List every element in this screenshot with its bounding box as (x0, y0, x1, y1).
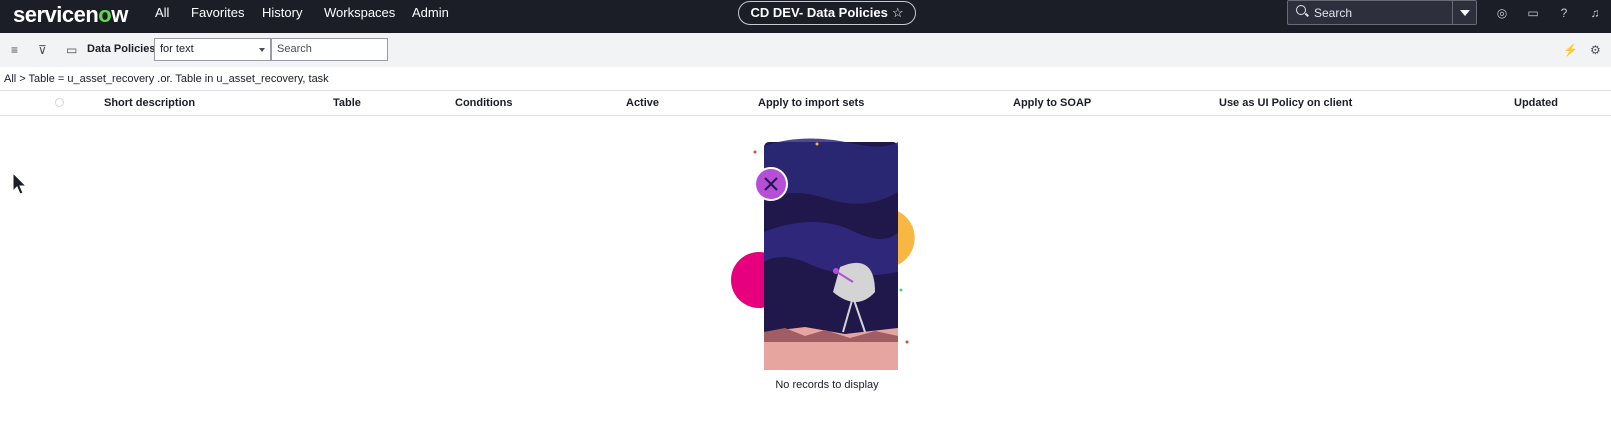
table-header-row: Short description Table Conditions Activ… (0, 90, 1611, 116)
mouse-cursor-icon (12, 172, 28, 195)
filter-breadcrumb[interactable]: All > Table = u_asset_recovery .or. Tabl… (4, 73, 329, 85)
column-updated[interactable]: Updated (1514, 97, 1558, 109)
gear-icon[interactable]: ⚙ (1590, 43, 1601, 57)
global-search-placeholder: Search (1314, 6, 1353, 20)
instance-title: CD DEV- Data Policies (750, 5, 888, 20)
column-apply-soap[interactable]: Apply to SOAP (1013, 97, 1091, 109)
help-icon[interactable]: ? (1557, 6, 1571, 20)
chat-icon[interactable]: ▭ (1526, 6, 1540, 20)
column-table[interactable]: Table (333, 97, 361, 109)
bell-icon[interactable]: ♫ (1588, 6, 1602, 20)
column-conditions[interactable]: Conditions (455, 97, 512, 109)
column-active[interactable]: Active (626, 97, 659, 109)
nav-history[interactable]: History (262, 5, 302, 20)
nav-workspaces[interactable]: Workspaces (324, 5, 395, 20)
list-search-input[interactable]: Search (271, 38, 388, 61)
star-icon[interactable]: ☆ (892, 5, 904, 20)
nav-admin[interactable]: Admin (412, 5, 449, 20)
column-search-icon[interactable] (55, 98, 64, 107)
column-apply-import-sets[interactable]: Apply to import sets (758, 97, 864, 109)
search-icon (1296, 5, 1306, 15)
list-title: Data Policies (87, 43, 156, 55)
list-toolbar: ≡ ⊽ ▭ Data Policies for text Search ⚡ ⚙ (0, 33, 1611, 67)
top-navigation-bar: servicenow All Favorites History Workspa… (0, 0, 1611, 33)
search-field-select[interactable]: for text (154, 38, 271, 61)
empty-state-illustration (731, 138, 915, 370)
nav-favorites[interactable]: Favorites (191, 5, 244, 20)
list-context-icon[interactable]: ▭ (66, 43, 77, 57)
globe-icon[interactable]: ◎ (1495, 6, 1509, 20)
hamburger-menu-icon[interactable]: ≡ (11, 43, 18, 57)
global-search[interactable]: Search (1287, 0, 1477, 25)
instance-title-pill[interactable]: CD DEV- Data Policies ☆ (738, 1, 916, 25)
column-ui-policy[interactable]: Use as UI Policy on client (1219, 97, 1352, 109)
filter-icon[interactable]: ⊽ (38, 43, 47, 57)
column-short-description[interactable]: Short description (104, 97, 195, 109)
servicenow-logo[interactable]: servicenow (13, 2, 128, 28)
activity-icon[interactable]: ⚡ (1563, 43, 1578, 57)
nav-all[interactable]: All (155, 5, 169, 20)
empty-state-message: No records to display (775, 379, 879, 391)
search-scope-dropdown[interactable] (1452, 1, 1476, 24)
